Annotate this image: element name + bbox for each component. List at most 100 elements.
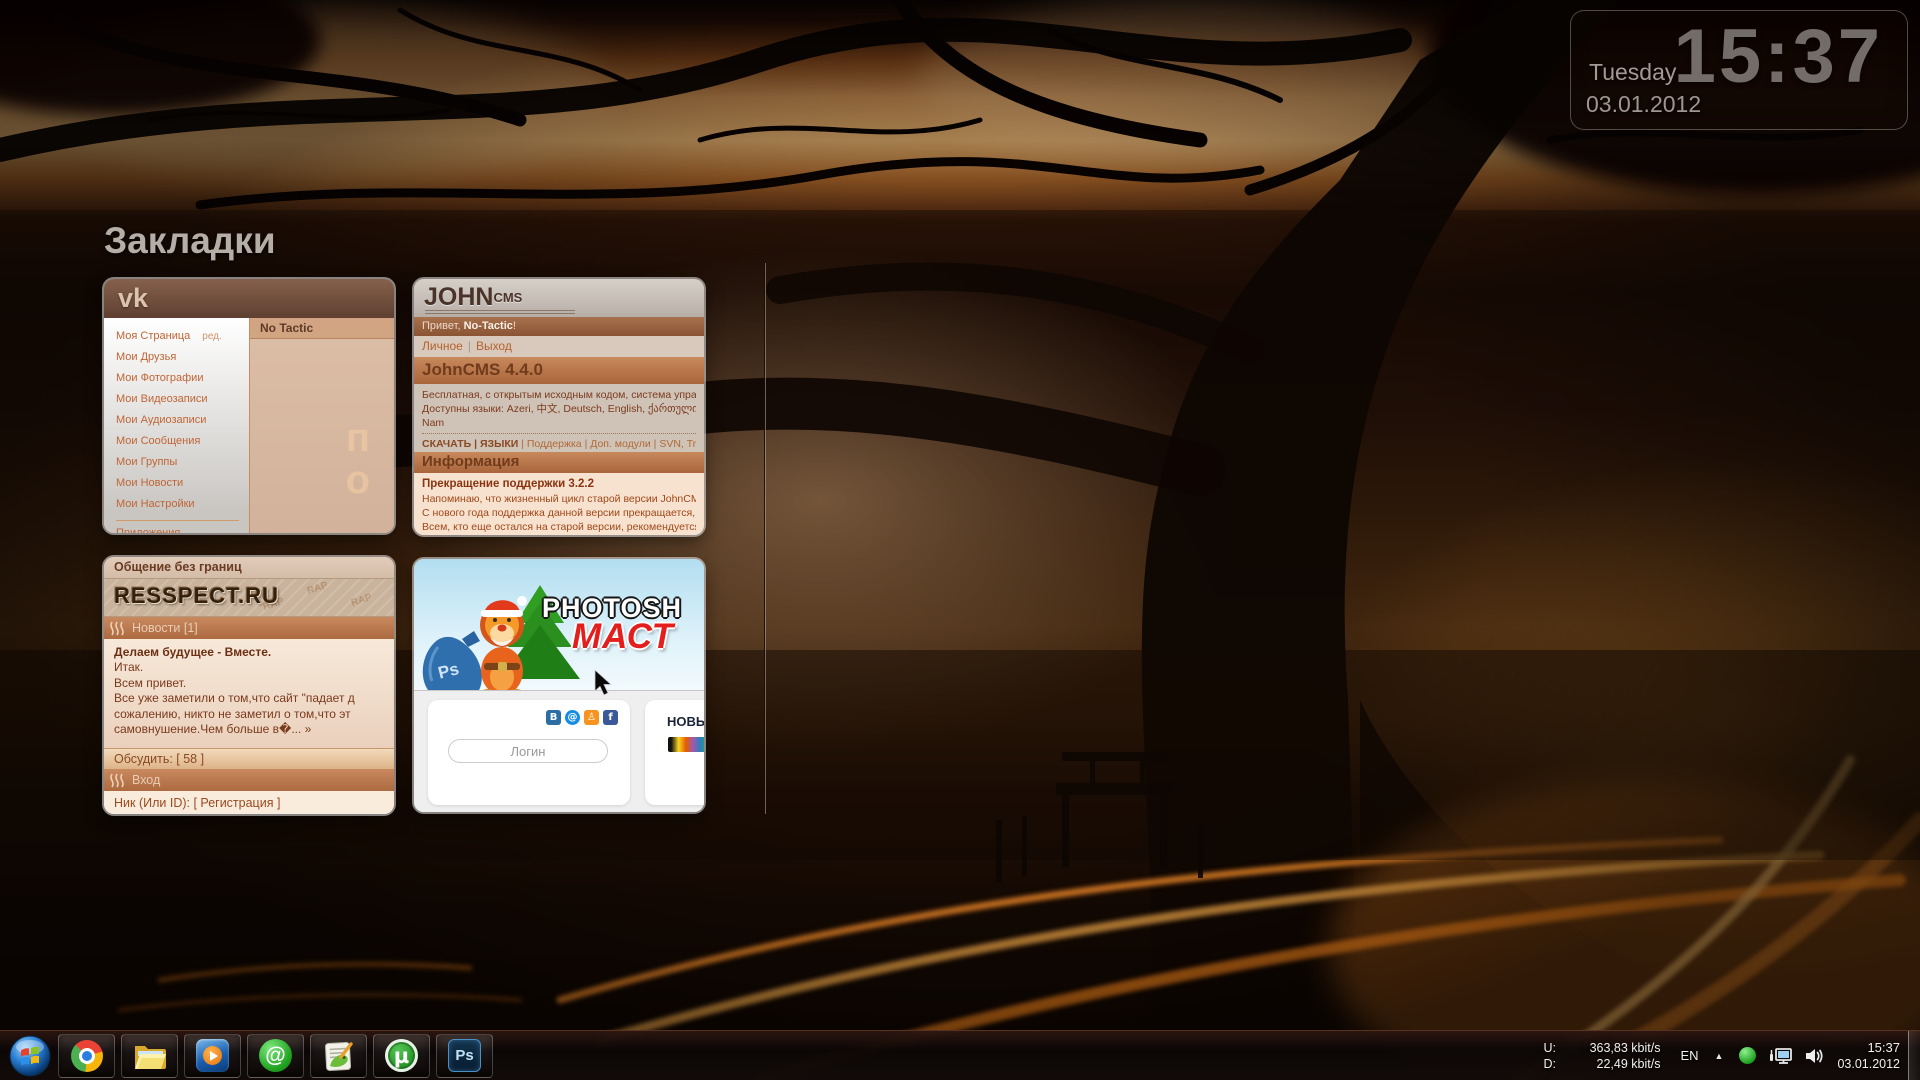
bookmarks-title: Закладки xyxy=(104,220,276,262)
language-indicator[interactable]: EN xyxy=(1680,1048,1698,1063)
johncms-news-line: С нового года поддержка данной версии пр… xyxy=(422,506,696,520)
resspect-register-link[interactable]: Ник (Или ID): [ Регистрация ] xyxy=(104,791,394,814)
johncms-links-row[interactable]: СКАЧАТЬ | ЯЗЫКИ | Поддержка | Доп. модул… xyxy=(422,433,696,450)
photoshop-new-card: НОВЫ xyxy=(645,700,704,805)
odnoklassniki-social-icon[interactable]: ♙ xyxy=(584,710,599,725)
tray-clock[interactable]: 15:37 03.01.2012 xyxy=(1837,1040,1900,1072)
agent-tray-icon[interactable] xyxy=(1739,1047,1756,1064)
johncms-logo: JOHNCMS xyxy=(424,283,522,311)
vk-menu-item[interactable]: Мои Друзья xyxy=(116,347,249,368)
photoshop-login-card: В @ ♙ f xyxy=(428,700,630,805)
vk-menu-item[interactable]: Мои Видеозаписи xyxy=(116,389,249,410)
johncms-greeting-bar: Привет, No-Tactic! xyxy=(414,317,704,336)
vk-menu-item[interactable]: Мои Новости xyxy=(116,473,249,494)
vk-logo: vk xyxy=(118,283,148,314)
johncms-description: Бесплатная, с открытым исходным кодом, с… xyxy=(414,384,704,452)
resspect-post-title: Делаем будущее - Вместе. xyxy=(114,644,384,660)
clock-widget: Tuesday 03.01.2012 15:37 xyxy=(1570,10,1908,130)
johncms-exit-link[interactable]: Выход xyxy=(476,339,512,353)
photoshop-lower: В @ ♙ f НОВЫ xyxy=(414,691,704,812)
overlay-column-divider xyxy=(764,263,766,814)
vk-menu-item[interactable]: Мои Сообщения xyxy=(116,431,249,452)
bookmark-tile-resspect[interactable]: Общение без границ RESSPECT.RU RAP RAP R… xyxy=(104,557,394,814)
tray-date: 03.01.2012 xyxy=(1837,1056,1900,1072)
resspect-post-line: Все уже заметили о том,что сайт "падает … xyxy=(114,691,384,707)
wave-icon xyxy=(110,773,126,788)
vk-watermark-letter: п xyxy=(346,418,370,458)
utorrent-icon: µ xyxy=(385,1039,418,1072)
vk-profile-name: No Tactic xyxy=(250,318,394,339)
clock-day: Tuesday xyxy=(1589,59,1676,86)
johncms-more-links[interactable]: | Поддержка | Доп. модули | SVN, Tra xyxy=(518,438,696,450)
mailru-social-icon[interactable]: @ xyxy=(565,710,580,725)
chrome-icon xyxy=(71,1040,103,1072)
taskbar-media-player-button[interactable] xyxy=(184,1034,241,1078)
johncms-version-header: JohnCMS 4.4.0 xyxy=(414,357,704,384)
vk-menu-item[interactable]: Мои Группы xyxy=(116,452,249,473)
wave-icon xyxy=(110,621,126,636)
vk-menu-item[interactable]: Мои Настройки xyxy=(116,494,249,515)
bookmark-tile-vk[interactable]: vk Моя Страница ред. Мои ДрузьяМои Фотогр… xyxy=(104,279,394,533)
notepad-plus-plus-icon xyxy=(322,1040,356,1072)
network-tray-icon[interactable] xyxy=(1768,1046,1792,1065)
resspect-login-bar[interactable]: Вход xyxy=(104,769,394,791)
vk-watermark-letter: о xyxy=(346,460,370,500)
resspect-login-label[interactable]: Вход xyxy=(132,773,160,787)
taskbar-notepad-plus-plus-button[interactable] xyxy=(310,1034,367,1078)
download-label: D: xyxy=(1543,1056,1565,1072)
johncms-desc-line: Доступны языки: Azeri, 中文, Deutsch, Engl… xyxy=(422,402,696,416)
tray-time: 15:37 xyxy=(1837,1040,1900,1056)
system-tray: U: 363,83 kbit/s D: 22,49 kbit/s EN ▲ xyxy=(1543,1031,1920,1080)
vk-menu-item-my-page[interactable]: Моя Страница ред. xyxy=(116,326,249,347)
santa-lion-illustration: Ps xyxy=(414,567,589,691)
photoshop-icon: Ps xyxy=(448,1039,481,1072)
resspect-news-label[interactable]: Новости [1] xyxy=(132,621,198,635)
clock-time: 15:37 xyxy=(1674,13,1883,100)
media-player-icon xyxy=(196,1039,229,1072)
photoshop-hero: Ps PHOTOSH МАСТ xyxy=(414,559,704,691)
vk-my-page-link[interactable]: Моя Страница xyxy=(116,330,190,342)
start-button[interactable] xyxy=(8,1034,52,1078)
desktop-screen: Tuesday 03.01.2012 15:37 Закладки vk Моя… xyxy=(0,0,1920,1080)
bookmark-tile-photoshop-master[interactable]: Ps PHOTOSH МАСТ В xyxy=(414,559,704,812)
johncms-nav: Личное|Выход xyxy=(414,336,704,357)
vk-menu-item[interactable]: Мои Аудиозаписи xyxy=(116,410,249,431)
upload-value: 363,83 kbit/s xyxy=(1565,1040,1660,1056)
explorer-folder-icon xyxy=(133,1041,167,1071)
vk-edit-link[interactable]: ред. xyxy=(202,331,222,342)
volume-tray-icon[interactable] xyxy=(1804,1047,1825,1065)
taskbar: @ µ Ps U: 363,83 kbit/s D: xyxy=(0,1030,1920,1080)
johncms-news-line: Всем, кто еще остался на старой версии, … xyxy=(422,520,696,534)
johncms-info-header: Информация xyxy=(414,452,704,473)
vk-menu: Моя Страница ред. Мои ДрузьяМои Фотографи… xyxy=(104,318,250,533)
resspect-discuss-link[interactable]: Обсудить: [ 58 ] xyxy=(104,748,394,769)
johncms-download-languages-links[interactable]: СКАЧАТЬ | ЯЗЫКИ xyxy=(422,438,518,450)
show-hidden-icons-arrow[interactable]: ▲ xyxy=(1715,1051,1724,1061)
login-input[interactable] xyxy=(448,739,608,763)
resspect-post-line: Итак. xyxy=(114,660,384,676)
resspect-news-bar[interactable]: Новости [1] xyxy=(104,617,394,639)
download-value: 22,49 kbit/s xyxy=(1565,1056,1660,1072)
taskbar-explorer-button[interactable] xyxy=(121,1034,178,1078)
vk-social-icon[interactable]: В xyxy=(546,710,561,725)
resspect-logo-area: RESSPECT.RU RAP RAP RAP xyxy=(104,578,394,617)
taskbar-photoshop-button[interactable]: Ps xyxy=(436,1034,493,1078)
johncms-personal-link[interactable]: Личное xyxy=(422,339,463,353)
rap-watermark: RAP xyxy=(306,580,329,597)
vk-menu-item[interactable]: Мои Фотографии xyxy=(116,368,249,389)
vk-menu-divider xyxy=(116,520,239,521)
johncms-news-title: Прекращение поддержки 3.2.2 xyxy=(422,477,696,492)
johncms-news: Прекращение поддержки 3.2.2 Напоминаю, ч… xyxy=(414,473,704,535)
johncms-username: No-Tactic xyxy=(464,320,513,332)
taskbar-mailru-agent-button[interactable]: @ xyxy=(247,1034,304,1078)
facebook-social-icon[interactable]: f xyxy=(603,710,618,725)
resspect-tagline: Общение без границ xyxy=(104,557,394,578)
vk-menu-item-apps[interactable]: Приложения xyxy=(116,523,249,533)
vk-profile-pane: No Tactic п о t xyxy=(250,318,394,533)
taskbar-utorrent-button[interactable]: µ xyxy=(373,1034,430,1078)
taskbar-chrome-button[interactable] xyxy=(58,1034,115,1078)
show-desktop-button[interactable] xyxy=(1908,1031,1920,1080)
photoshop-brand-bottom: МАСТ xyxy=(572,617,674,657)
bookmark-tile-johncms[interactable]: JOHNCMS Привет, No-Tactic! Личное|Выход … xyxy=(414,279,704,535)
johncms-news-line: Напоминаю, что жизненный цикл старой вер… xyxy=(422,492,696,506)
